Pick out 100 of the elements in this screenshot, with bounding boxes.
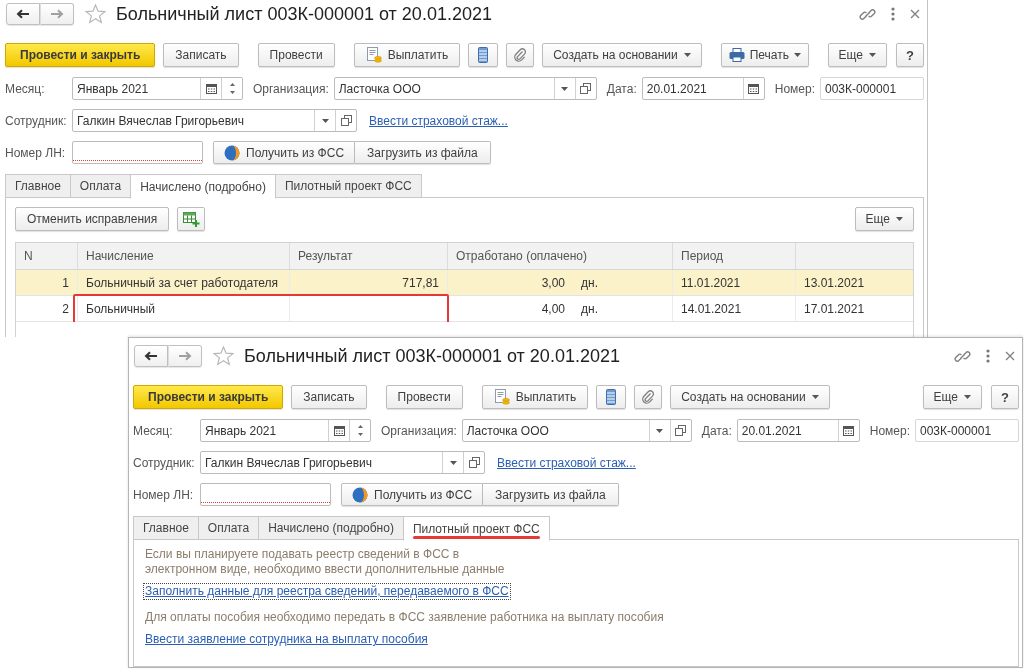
field-label: Номер:	[869, 423, 910, 438]
table-cell-text: 4,00	[540, 300, 566, 318]
toolbar-button[interactable]: Записать	[291, 385, 367, 409]
attach-button[interactable]	[506, 43, 535, 67]
table-cell: 1	[16, 270, 78, 295]
column-header[interactable]: Начисление	[78, 243, 290, 269]
tab[interactable]: Пилотный проект ФСС	[274, 174, 422, 198]
sphere-icon	[352, 486, 368, 503]
star-icon[interactable]	[85, 4, 106, 24]
caret-icon	[683, 53, 691, 57]
sick-leave-number-field[interactable]	[200, 483, 331, 506]
column-header[interactable]: Период	[673, 243, 796, 269]
star-icon[interactable]	[213, 346, 234, 366]
field-label: Месяц:	[133, 423, 174, 438]
printer-icon	[728, 48, 745, 62]
table-row[interactable]: 1 Больничный за счет работодателя 717,81 3,00 дн. 11.01.2021 13.01.2021	[16, 270, 913, 296]
primary-button[interactable]: Провести и закрыть	[5, 43, 156, 67]
form-link[interactable]: Заполнить данные для реестра сведений, передаваемого в ФСС	[144, 584, 510, 599]
caret-icon	[896, 217, 903, 221]
up-down-icon	[357, 425, 363, 436]
sphere-icon	[224, 144, 240, 161]
table-cell: 717,81	[290, 270, 448, 295]
table-row[interactable]: 2 Больничный 4,00 дн. 14.01.2021 17.01.2021	[16, 296, 913, 322]
list-button[interactable]	[468, 43, 499, 67]
tab[interactable]: Оплата	[69, 174, 132, 198]
field-label: Месяц:	[5, 81, 46, 96]
close-icon[interactable]	[910, 9, 920, 19]
table-cell-text: 3,00	[540, 274, 566, 292]
table-add-icon	[182, 211, 200, 227]
toolbar-button[interactable]: Выплатить	[353, 43, 461, 67]
employee-field[interactable]: Галкин Вячеслав Григорьевич	[200, 451, 485, 474]
field-label: Дата:	[606, 81, 637, 96]
attach-button[interactable]	[634, 385, 663, 409]
date-field[interactable]: 20.01.2021	[641, 77, 765, 100]
fss-button[interactable]: Получить из ФСС	[213, 141, 356, 164]
toolbar-button[interactable]: Провести	[257, 43, 335, 67]
dropdown-button[interactable]: Еще	[854, 207, 914, 231]
field-label: Организация:	[381, 423, 457, 438]
toolbar-button[interactable]: Провести	[385, 385, 463, 409]
table-cell: 2	[16, 296, 78, 321]
tab[interactable]: Пилотный проект ФСС	[402, 516, 550, 541]
employee-field[interactable]: Галкин Вячеслав Григорьевич	[72, 109, 357, 132]
tab[interactable]: Главное	[133, 516, 199, 540]
tab[interactable]: Главное	[5, 174, 71, 198]
more-icon[interactable]	[891, 7, 895, 21]
list-button[interactable]	[596, 385, 627, 409]
help-button[interactable]: ?	[896, 43, 924, 67]
tab[interactable]: Начислено (подробно)	[130, 174, 276, 199]
number-field[interactable]: 003К-000001	[820, 77, 924, 100]
column-header[interactable]: N	[16, 243, 78, 269]
field-label: Сотрудник:	[5, 113, 68, 128]
month-field[interactable]: Январь 2021	[72, 77, 243, 100]
dropdown-button[interactable]: Еще	[922, 385, 982, 409]
calendar-icon	[843, 425, 855, 436]
back-button[interactable]	[6, 3, 40, 25]
dropdown-button[interactable]: Создать на основании	[542, 43, 702, 67]
table-cell: Больничный за счет работодателя	[78, 270, 290, 295]
insurance-link[interactable]: Ввести страховой стаж...	[369, 113, 508, 128]
calendar-icon	[205, 83, 217, 94]
caret-icon	[794, 53, 801, 57]
field-label: Дата:	[701, 423, 732, 438]
more-icon[interactable]	[986, 349, 990, 363]
caret-icon	[869, 53, 876, 57]
caret-icon	[964, 395, 971, 399]
toolbar-button[interactable]: Отменить исправления	[15, 207, 170, 231]
organization-field[interactable]: Ласточка ООО	[461, 419, 692, 442]
insurance-link[interactable]: Ввести страховой стаж...	[497, 455, 636, 470]
table-cell: 14.01.2021	[673, 296, 796, 321]
print-button[interactable]: Печать	[720, 43, 809, 67]
caret-icon	[561, 86, 569, 91]
number-field[interactable]: 003К-000001	[915, 419, 1019, 442]
tab[interactable]: Оплата	[197, 516, 260, 540]
add-row-button[interactable]	[177, 207, 206, 231]
column-header[interactable]: Результат	[290, 243, 448, 269]
column-header[interactable]: Отработано (оплачено)	[448, 243, 673, 269]
caret-icon	[656, 428, 664, 433]
tab[interactable]: Начислено (подробно)	[258, 516, 404, 540]
toolbar-button[interactable]: Выплатить	[481, 385, 589, 409]
dropdown-button[interactable]: Еще	[827, 43, 887, 67]
calendar-icon	[748, 83, 760, 94]
overlap-squares-icon	[675, 425, 687, 436]
table-cell: дн.	[573, 270, 673, 295]
load-file-button[interactable]: Загрузить из файла	[355, 141, 491, 164]
primary-button[interactable]: Провести и закрыть	[133, 385, 284, 409]
table-cell: 11.01.2021	[673, 270, 796, 295]
field-label: Номер:	[774, 81, 815, 96]
load-file-button[interactable]: Загрузить из файла	[483, 483, 619, 506]
overlap-squares-icon	[468, 457, 480, 468]
fss-button[interactable]: Получить из ФСС	[341, 483, 484, 506]
month-field[interactable]: Январь 2021	[200, 419, 371, 442]
date-field[interactable]: 20.01.2021	[736, 419, 860, 442]
help-button[interactable]: ?	[991, 385, 1019, 409]
organization-field[interactable]: Ласточка ООО	[333, 77, 597, 100]
back-button[interactable]	[134, 345, 168, 367]
form-link[interactable]: Ввести заявление сотрудника на выплату пособия	[144, 632, 429, 647]
sick-leave-number-field[interactable]	[72, 141, 203, 164]
close-icon[interactable]	[1005, 351, 1015, 361]
table-cell-text: 17.01.2021	[803, 300, 866, 318]
toolbar-button[interactable]: Записать	[163, 43, 239, 67]
dropdown-button[interactable]: Создать на основании	[670, 385, 830, 409]
